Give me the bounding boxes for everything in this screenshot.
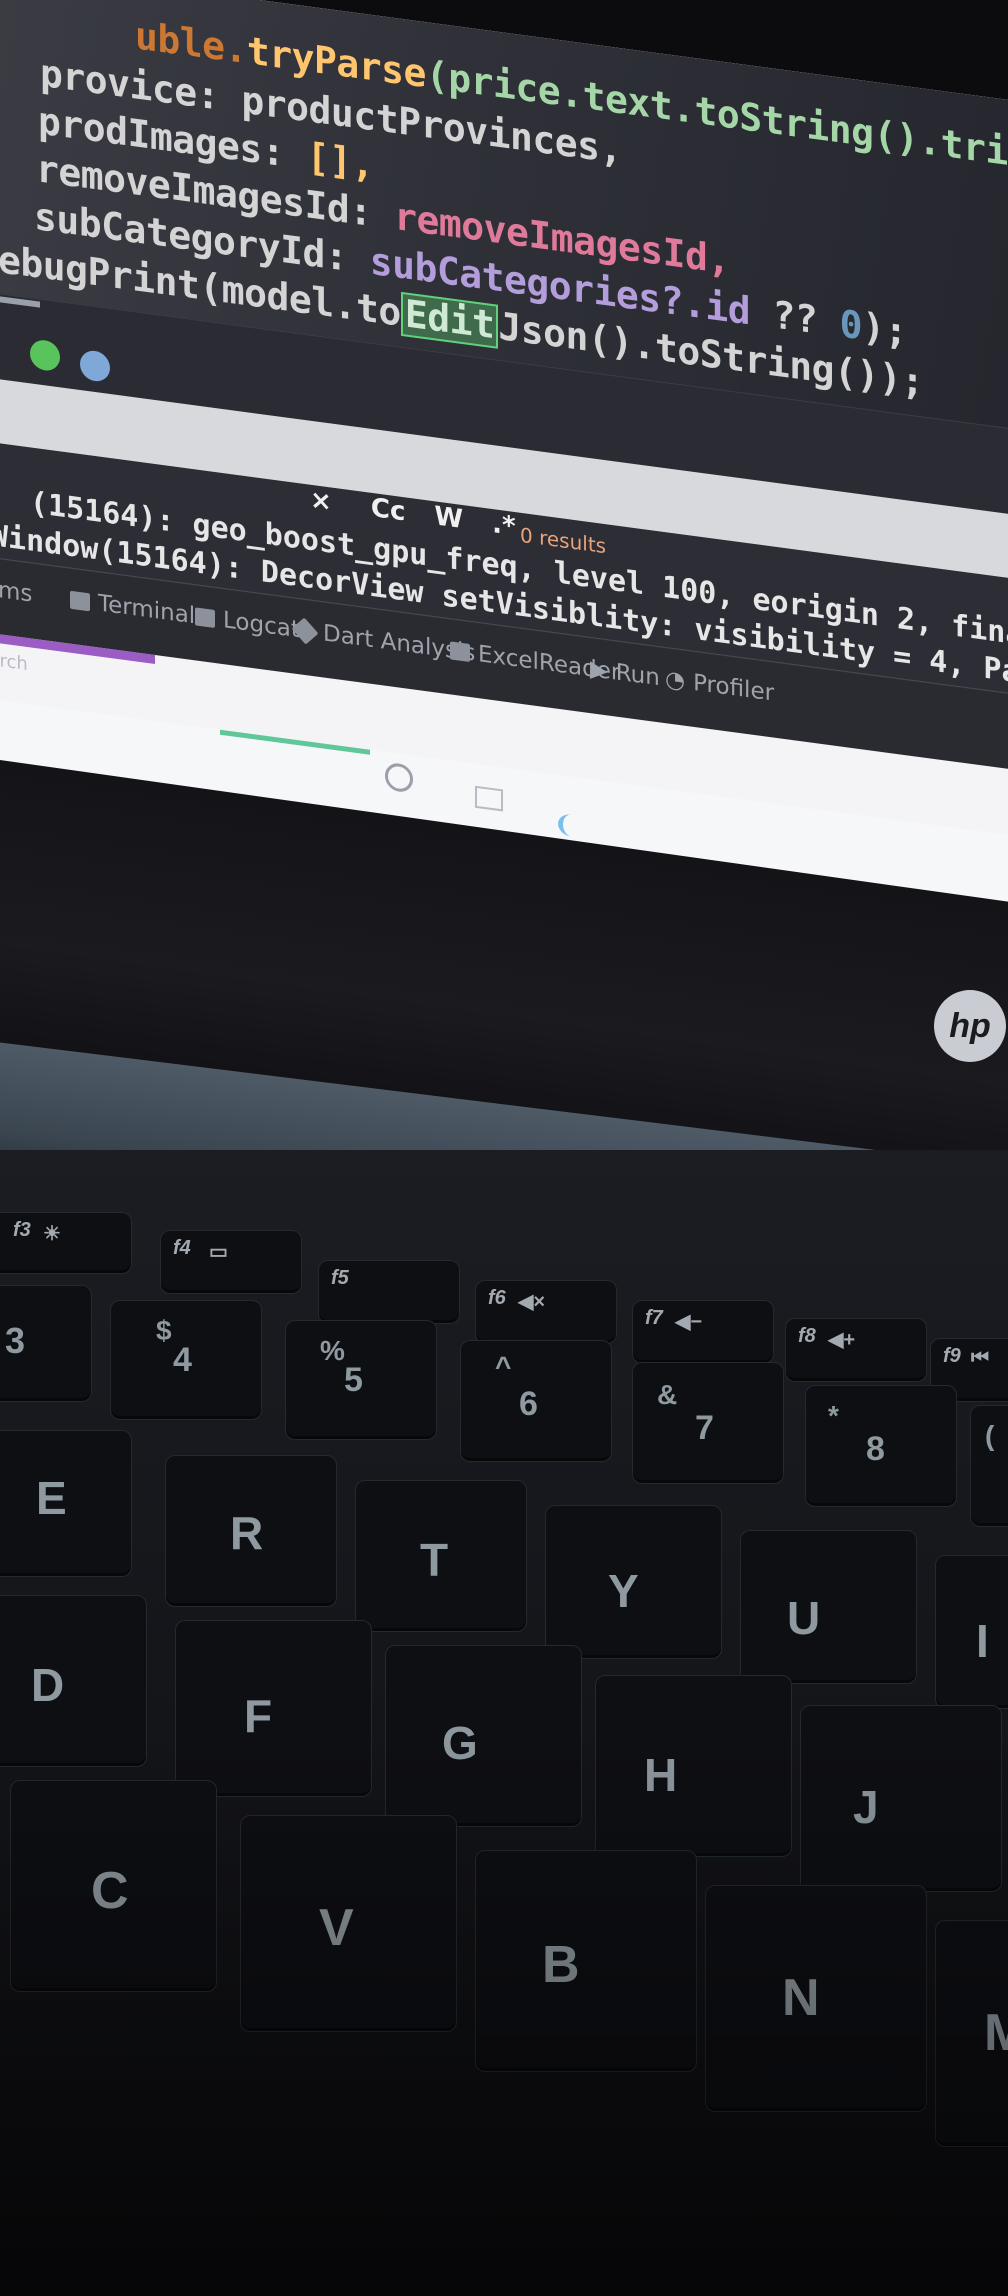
terminal-icon xyxy=(70,590,90,612)
globe-icon[interactable] xyxy=(80,349,110,384)
key-n[interactable]: N xyxy=(705,1885,927,2112)
key-m[interactable]: M xyxy=(935,1920,1008,2147)
tab-dart-analysis[interactable]: Dart Analysis xyxy=(291,617,475,667)
key-9[interactable]: ( xyxy=(970,1405,1008,1527)
key-4[interactable]: $ 4 xyxy=(110,1300,262,1420)
logcat-icon xyxy=(195,607,215,629)
key-r[interactable]: R xyxy=(165,1455,337,1607)
previous-track-icon: ⏮ xyxy=(971,1347,989,1369)
key-8[interactable]: * 8 xyxy=(805,1385,957,1507)
key-y[interactable]: Y xyxy=(545,1505,722,1659)
key-f8[interactable]: f8 ◀+ xyxy=(785,1318,927,1382)
tab-terminal[interactable]: Terminal xyxy=(70,587,195,629)
tab-problems[interactable]: ms xyxy=(0,577,32,608)
dart-icon xyxy=(291,617,319,645)
key-u[interactable]: U xyxy=(740,1530,917,1684)
keyboard: f3 ☀ f4 ▭ f5 f6 ◀× f7 ◀− f8 ◀+ f9 ⏮ 3 $ … xyxy=(0,1150,1008,2296)
key-f6[interactable]: f6 ◀× xyxy=(475,1280,617,1344)
hp-logo: hp xyxy=(934,990,1006,1062)
key-b[interactable]: B xyxy=(475,1850,697,2072)
key-h[interactable]: H xyxy=(595,1675,792,1857)
key-f5[interactable]: f5 xyxy=(318,1260,460,1324)
close-search-icon[interactable]: × xyxy=(310,485,332,518)
tab-logcat[interactable]: Logcat xyxy=(195,603,300,643)
regex-toggle[interactable]: .* xyxy=(492,509,515,542)
key-e[interactable]: E xyxy=(0,1430,132,1577)
brightness-up-icon: ☀ xyxy=(43,1223,61,1245)
match-case-toggle[interactable]: Cc xyxy=(371,493,406,528)
edit-highlight[interactable]: Edit xyxy=(400,291,499,349)
tab-profiler[interactable]: ◔ Profiler xyxy=(665,666,774,707)
edge-icon[interactable] xyxy=(558,812,585,839)
flutter-inspector-icon[interactable] xyxy=(30,338,60,373)
key-j[interactable]: J xyxy=(800,1705,1002,1892)
search-circle-icon[interactable] xyxy=(385,761,413,794)
key-f7[interactable]: f7 ◀− xyxy=(632,1300,774,1364)
key-6[interactable]: ^ 6 xyxy=(460,1340,612,1462)
run-icon: ▶ xyxy=(590,656,608,685)
key-i[interactable]: I xyxy=(935,1555,1008,1709)
search-text[interactable]: Search xyxy=(0,646,28,675)
whole-word-toggle[interactable]: W xyxy=(434,501,463,535)
tab-run[interactable]: ▶ Run xyxy=(590,656,660,691)
key-d[interactable]: D xyxy=(0,1595,147,1767)
scroll-indicator xyxy=(0,296,40,308)
key-v[interactable]: V xyxy=(240,1815,457,2032)
key-3[interactable]: 3 xyxy=(0,1285,92,1402)
key-5[interactable]: % 5 xyxy=(285,1320,437,1440)
display-switch-icon: ▭ xyxy=(209,1241,228,1263)
key-t[interactable]: T xyxy=(355,1480,527,1632)
volume-up-icon: ◀+ xyxy=(828,1329,856,1351)
mute-icon: ◀× xyxy=(518,1291,546,1313)
excel-icon xyxy=(450,641,470,663)
key-g[interactable]: G xyxy=(385,1645,582,1827)
profiler-icon: ◔ xyxy=(665,666,686,695)
task-view-icon[interactable] xyxy=(475,785,503,812)
volume-down-icon: ◀− xyxy=(675,1311,703,1333)
key-f4[interactable]: f4 ▭ xyxy=(160,1230,302,1294)
key-7[interactable]: & 7 xyxy=(632,1362,784,1484)
key-c[interactable]: C xyxy=(10,1780,217,1992)
key-f[interactable]: F xyxy=(175,1620,372,1797)
key-f3[interactable]: f3 ☀ xyxy=(0,1212,132,1274)
